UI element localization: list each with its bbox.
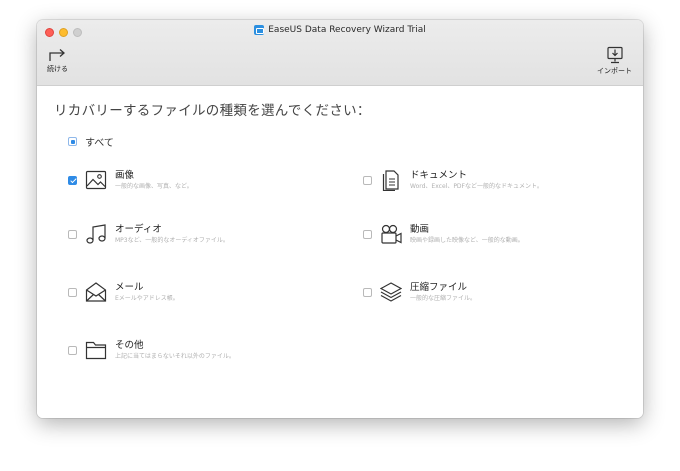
- category-archive[interactable]: 圧縮ファイル 一般的な圧縮ファイル。: [363, 281, 476, 303]
- category-audio-name: オーディオ: [115, 223, 162, 235]
- category-archive-desc: 一般的な圧縮ファイル。: [410, 294, 477, 302]
- category-document-desc: Word、Excel、PDFなど一般的なドキュメント。: [410, 182, 543, 190]
- category-audio-desc: MP3など、一般的なオーディオファイル。: [115, 236, 229, 244]
- category-email-desc: Eメールやアドレス帳。: [115, 294, 179, 302]
- category-image[interactable]: 画像 一般的な画像、写真、など。: [68, 169, 193, 191]
- category-archive-name: 圧縮ファイル: [410, 281, 468, 293]
- app-window: EaseUS Data Recovery Wizard Trial 続ける イン…: [37, 20, 643, 418]
- app-logo-icon: [254, 25, 265, 35]
- category-archive-checkbox[interactable]: [363, 287, 372, 297]
- category-video-checkbox[interactable]: [363, 229, 372, 239]
- import-label: インポート: [597, 67, 632, 75]
- music-note-icon: [86, 224, 106, 244]
- window-title: EaseUS Data Recovery Wizard Trial: [268, 25, 426, 35]
- category-audio-checkbox[interactable]: [68, 229, 77, 239]
- title-bar: EaseUS Data Recovery Wizard Trial 続ける イン…: [37, 20, 643, 86]
- category-video-desc: 映画や録画した映像など、一般的な動画。: [410, 236, 524, 244]
- category-video-name: 動画: [410, 223, 430, 235]
- continue-label: 続ける: [47, 65, 68, 73]
- category-document-checkbox[interactable]: [363, 175, 372, 185]
- select-all-row[interactable]: すべて: [68, 134, 114, 149]
- main-content: リカバリーするファイルの種類を選んでください： すべて 画像 一般的な画像、写真…: [37, 86, 643, 418]
- select-all-checkbox[interactable]: [68, 137, 77, 146]
- envelope-icon: [85, 282, 107, 302]
- category-email[interactable]: メール Eメールやアドレス帳。: [68, 281, 179, 303]
- category-video[interactable]: 動画 映画や録画した映像など、一般的な動画。: [363, 223, 524, 245]
- import-icon: [606, 46, 623, 64]
- folder-icon: [85, 341, 107, 360]
- category-other-checkbox[interactable]: [68, 345, 77, 355]
- continue-button[interactable]: 続ける: [47, 48, 68, 74]
- category-other[interactable]: その他 上記に当てはまらないそれ以外のファイル。: [68, 339, 235, 361]
- category-image-desc: 一般的な画像、写真、など。: [115, 182, 193, 190]
- select-all-label: すべて: [85, 138, 114, 149]
- page-heading: リカバリーするファイルの種類を選んでください：: [54, 103, 371, 119]
- document-icon: [382, 170, 399, 191]
- import-button[interactable]: インポート: [597, 46, 632, 76]
- category-audio[interactable]: オーディオ MP3など、一般的なオーディオファイル。: [68, 223, 229, 245]
- forward-arrow-icon: [48, 49, 65, 61]
- image-icon: [85, 170, 107, 190]
- category-document[interactable]: ドキュメント Word、Excel、PDFなど一般的なドキュメント。: [363, 169, 543, 191]
- category-document-name: ドキュメント: [410, 169, 468, 181]
- category-other-desc: 上記に当てはまらないそれ以外のファイル。: [115, 352, 235, 360]
- category-other-name: その他: [115, 339, 144, 351]
- category-email-checkbox[interactable]: [68, 287, 77, 297]
- category-email-name: メール: [115, 281, 144, 293]
- layers-icon: [380, 282, 402, 302]
- category-image-checkbox[interactable]: [68, 175, 77, 185]
- video-camera-icon: [381, 224, 402, 244]
- category-image-name: 画像: [115, 169, 135, 181]
- window-title-area: EaseUS Data Recovery Wizard Trial: [37, 22, 643, 38]
